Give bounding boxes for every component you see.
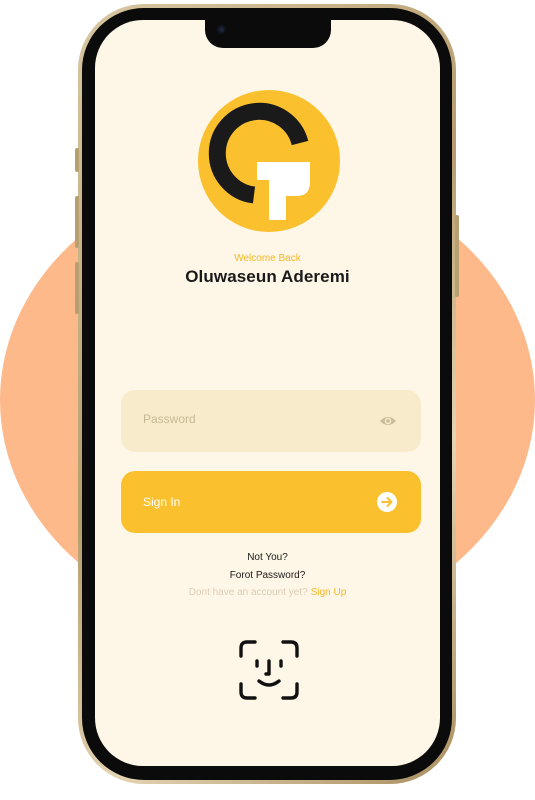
face-id-icon[interactable]: [239, 640, 299, 700]
no-account-text: Dont have an account yet?: [188, 587, 308, 598]
volume-down-button: [75, 262, 79, 314]
front-camera: [217, 25, 226, 34]
password-input[interactable]: [143, 388, 353, 450]
arrow-right-icon: [377, 492, 397, 512]
signup-prompt: Dont have an account yet? Sign Up: [95, 587, 440, 598]
sign-up-link[interactable]: Sign Up: [311, 587, 347, 598]
password-field: [121, 388, 421, 452]
g-logo-icon: [198, 90, 340, 232]
volume-up-button: [75, 196, 79, 248]
not-you-link[interactable]: Not You?: [95, 552, 440, 563]
forgot-password-link[interactable]: Forot Password?: [95, 570, 440, 581]
mute-switch: [75, 148, 79, 172]
sign-in-button[interactable]: Sign In: [121, 471, 421, 533]
app-screen: Welcome Back Oluwaseun Aderemi Sign In N…: [95, 20, 440, 766]
sign-in-label: Sign In: [143, 495, 181, 509]
user-name: Oluwaseun Aderemi: [185, 267, 350, 286]
power-button: [455, 215, 459, 297]
welcome-text: Welcome Back: [234, 253, 301, 264]
eye-icon[interactable]: [379, 414, 397, 428]
notch: [205, 20, 331, 48]
